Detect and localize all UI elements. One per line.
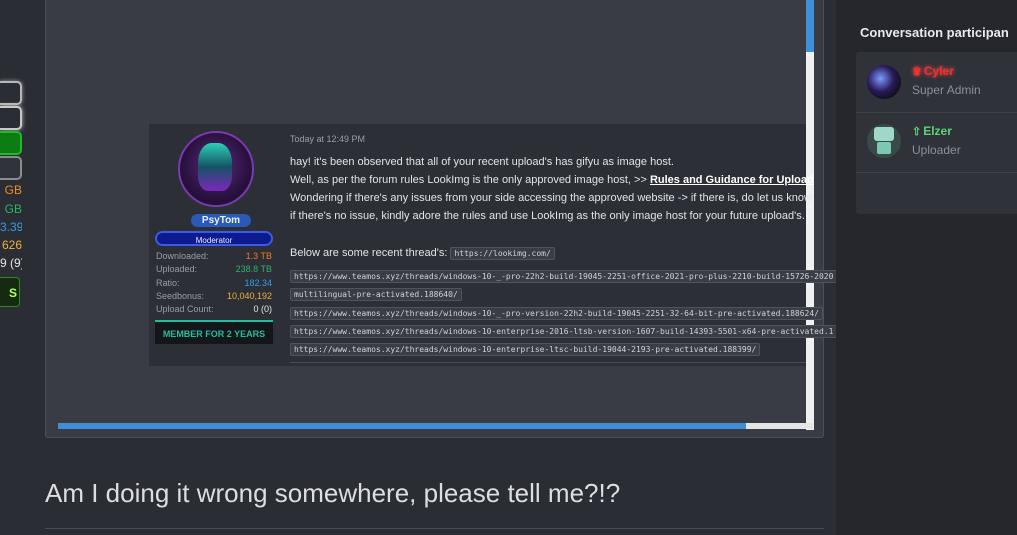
stat-label: Uploaded: (156, 264, 198, 274)
member-duration-badge: MEMBER FOR 2 YEARS (155, 320, 273, 344)
stat-label: Downloaded: (156, 251, 209, 261)
robot-avatar-body (877, 142, 891, 154)
trophy-badge-1[interactable] (0, 81, 22, 105)
stat-label: Upload Count: (156, 304, 214, 314)
participant-name-cyler[interactable]: ♛ Cyler (912, 64, 954, 78)
avatar-figure (198, 143, 232, 191)
message-line-1: hay! it's been observed that all of your… (290, 156, 674, 168)
robot-avatar-head (874, 127, 894, 141)
recent-threads-label: Below are some recent thread's: (290, 247, 451, 259)
link-code: https://www.teamos.xyz/threads/windows-1… (290, 325, 838, 338)
thread-link-1: https://www.teamos.xyz/threads/windows-1… (290, 266, 838, 284)
username: PsyTom (191, 214, 251, 227)
user-stat-seedbonus: Seedbonus: 10,040,192 (156, 291, 272, 301)
image-vertical-scroll-thumb[interactable] (806, 0, 814, 52)
cloud-upload-icon: ⇧ (912, 126, 922, 138)
lookimg-code: https://lookimg.com/ (450, 247, 555, 260)
stat-value: 0 (0) (253, 304, 272, 314)
upload-count-stat: 9 (9) (0, 256, 22, 270)
image-horizontal-scroll-thumb[interactable] (58, 423, 746, 429)
stat-value: 182.34 (244, 278, 272, 288)
image-vertical-scrollbar[interactable] (806, 0, 814, 430)
trophy-badge-2[interactable] (0, 106, 22, 130)
thread-link-2: https://www.teamos.xyz/threads/windows-1… (290, 303, 823, 321)
trophy-badge-4[interactable] (0, 156, 22, 180)
user-stat-upload-count: Upload Count: 0 (0) (156, 304, 272, 314)
post-timestamp: Today at 12:49 PM (290, 134, 366, 144)
user-stat-uploaded: Uploaded: 238.8 TB (156, 264, 272, 274)
thread-link-3: https://www.teamos.xyz/threads/windows-1… (290, 321, 838, 339)
participant-role-elzer: Uploader (912, 143, 961, 157)
message-line-4: if there's no issue, kindly adore the ru… (290, 210, 805, 222)
link-code: https://www.teamos.xyz/threads/windows-1… (290, 270, 838, 283)
stat-value: 10,040,192 (226, 291, 272, 301)
message-line-3: Wondering if there's any issues from you… (290, 192, 812, 204)
uploaded-stat: GB (4, 202, 22, 216)
post-divider (290, 362, 806, 363)
link-code: https://www.teamos.xyz/threads/windows-1… (290, 307, 823, 320)
cyler-avatar[interactable] (867, 65, 901, 99)
participant-role-cyler: Super Admin (912, 83, 981, 97)
crown-icon: ♛ (912, 66, 922, 78)
thread-link-1-cont: multilingual-pre-activated.188640/ (290, 284, 462, 302)
message-line-2-text: Well, as per the forum rules LookImg is … (290, 174, 650, 186)
user-stat-downloaded: Downloaded: 1.3 TB (156, 251, 272, 261)
participants-title: Conversation participan (860, 25, 1009, 40)
participant-name-elzer[interactable]: ⇧ Elzer (912, 124, 952, 138)
stat-label: Seedbonus: (156, 291, 205, 301)
participant-name-text: Cyler (923, 64, 954, 78)
post-message-text: Am I doing it wrong somewhere, please te… (45, 478, 621, 508)
downloaded-stat: GB (4, 183, 22, 197)
post-separator (45, 528, 824, 529)
stat-value: 238.8 TB (235, 264, 272, 274)
stat-label: Ratio: (156, 278, 180, 288)
member-badge: S (0, 277, 20, 307)
rules-link[interactable]: Rules and Guidance for Upload (650, 174, 814, 186)
link-code: multilingual-pre-activated.188640/ (290, 288, 462, 301)
message-line-2: Well, as per the forum rules LookImg is … (290, 174, 814, 186)
participant-name-text: Elzer (923, 124, 952, 138)
left-sidebar-fragment: GB GB 3.39 626 9 (9) S (0, 0, 30, 535)
trophy-badge-3[interactable] (0, 131, 22, 155)
thread-link-4: https://www.teamos.xyz/threads/windows-1… (290, 339, 761, 357)
user-role-badge: Moderator (155, 231, 273, 246)
user-stat-ratio: Ratio: 182.34 (156, 278, 272, 288)
stat-value: 1.3 TB (245, 251, 272, 261)
link-code: https://www.teamos.xyz/threads/windows-1… (290, 343, 761, 356)
ratio-stat: 3.39 (0, 220, 22, 234)
recent-threads-line: Below are some recent thread's: https://… (290, 247, 555, 260)
seedbonus-stat: 626 (1, 238, 22, 252)
